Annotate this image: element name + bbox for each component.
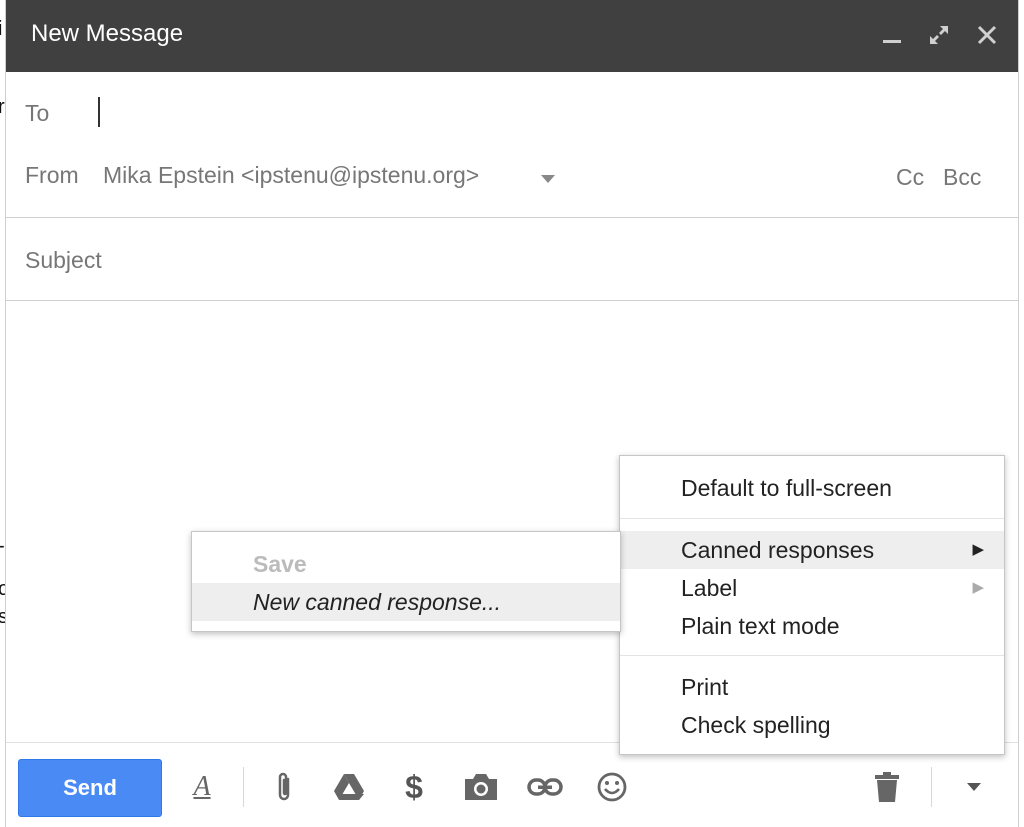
toolbar-divider [931, 767, 932, 807]
text-caret [98, 97, 100, 127]
attach-icon[interactable] [264, 767, 304, 807]
more-options-icon[interactable] [954, 767, 994, 807]
formatting-icon[interactable]: A [182, 767, 222, 807]
subject-field [6, 218, 1018, 301]
from-label: From [25, 162, 79, 188]
menu-item-label: Plain text mode [681, 613, 840, 639]
menu-item-label: Print [681, 674, 729, 700]
emoji-icon[interactable] [592, 767, 632, 807]
menu-item-canned-responses[interactable]: Canned responses ▶ [620, 531, 1004, 569]
bcc-link[interactable]: Bcc [943, 164, 981, 191]
compose-title: New Message [31, 20, 184, 47]
submenu-arrow-icon: ▶ [972, 541, 984, 558]
submenu-item-label: New canned response... [253, 589, 502, 615]
from-address[interactable]: Mika Epstein <ipstenu@ipstenu.org> [103, 162, 479, 189]
trash-icon[interactable] [867, 767, 907, 807]
menu-item-print[interactable]: Print [620, 668, 1004, 706]
cc-link[interactable]: Cc [896, 164, 924, 191]
send-button[interactable]: Send [18, 759, 162, 817]
menu-divider [620, 518, 1004, 519]
canned-responses-submenu: Save New canned response... [191, 531, 621, 632]
to-label: To [25, 100, 50, 126]
money-icon[interactable]: $ [394, 767, 434, 807]
minimize-icon[interactable] [875, 18, 909, 52]
menu-divider [620, 655, 1004, 656]
photo-icon[interactable] [461, 767, 501, 807]
menu-item-label: Label [681, 575, 738, 601]
submenu-arrow-icon: ▶ [972, 579, 984, 596]
background-text: r [0, 96, 5, 118]
menu-item-check-spelling[interactable]: Check spelling [620, 706, 1004, 744]
menu-item-label: Check spelling [681, 712, 831, 738]
link-icon[interactable] [525, 767, 565, 807]
compose-titlebar[interactable]: New Message [6, 0, 1018, 72]
menu-item-label: Canned responses [681, 537, 875, 563]
money-glyph: $ [405, 768, 423, 805]
close-icon[interactable] [970, 18, 1004, 52]
background-text: - [0, 535, 5, 558]
submenu-item-new-canned-response[interactable]: New canned response... [192, 583, 620, 621]
menu-item-plain-text[interactable]: Plain text mode [620, 607, 1004, 645]
menu-item-label-submenu[interactable]: Label ▶ [620, 569, 1004, 607]
formatting-glyph: A [193, 771, 211, 802]
toolbar-divider [243, 767, 244, 807]
menu-item-label: Default to full-screen [681, 475, 892, 501]
more-options-menu: Default to full-screen Canned responses … [619, 455, 1005, 755]
submenu-item-label: Save [253, 551, 307, 577]
drive-icon[interactable] [329, 767, 369, 807]
expand-icon[interactable] [922, 18, 956, 52]
from-field: From Mika Epstein <ipstenu@ipstenu.org> … [6, 140, 1018, 218]
background-text: i [0, 18, 3, 40]
subject-input[interactable] [25, 244, 925, 276]
menu-item-full-screen[interactable]: Default to full-screen [620, 469, 1004, 507]
chevron-down-icon[interactable] [541, 170, 555, 188]
submenu-item-save: Save [192, 545, 620, 583]
